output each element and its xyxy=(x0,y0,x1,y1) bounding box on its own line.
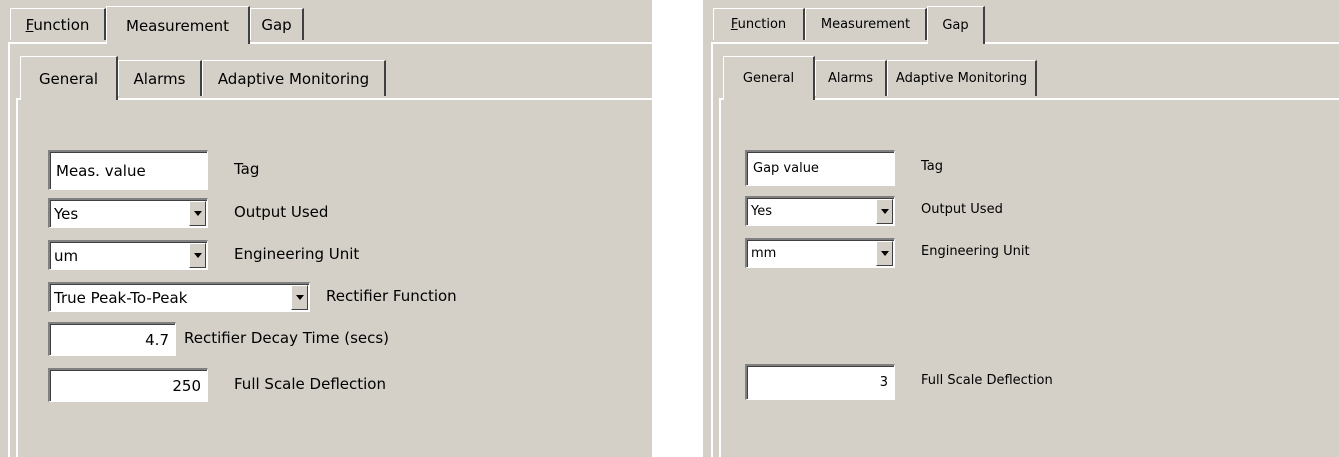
rectifier-function-select[interactable]: True Peak-To-Peak xyxy=(48,282,310,312)
tab-measurement-label: Measurement xyxy=(126,16,229,35)
full-scale-deflection-input[interactable]: 250 xyxy=(48,368,208,402)
engineering-unit-dropdown-button[interactable] xyxy=(876,241,893,266)
full-scale-deflection-input[interactable]: 3 xyxy=(745,364,895,400)
tab-gap[interactable]: Gap xyxy=(927,6,985,44)
full-scale-deflection-label: Full Scale Deflection xyxy=(921,373,1053,388)
subtab-adaptive-label: Adaptive Monitoring xyxy=(895,71,1028,86)
output-used-select[interactable]: Yes xyxy=(745,196,895,226)
subtab-adaptive-monitoring[interactable]: Adaptive Monitoring xyxy=(202,60,386,96)
general-page: Gap value Tag Yes Output Used mm Enginee… xyxy=(719,98,1339,457)
measurement-page: General Alarms Adaptive Monitoring Meas.… xyxy=(8,42,652,457)
tab-function-label: unction xyxy=(33,15,90,34)
rectifier-function-dropdown-button[interactable] xyxy=(291,285,308,310)
left-dialog-panel: Function Measurement Gap General Alarms … xyxy=(0,0,652,457)
tab-function-label: unction xyxy=(737,17,787,32)
chevron-down-icon xyxy=(880,251,889,256)
engineering-unit-select[interactable]: mm xyxy=(745,238,895,268)
right-dialog-panel: Function Measurement Gap General Alarms … xyxy=(703,0,1339,457)
chevron-down-icon xyxy=(193,253,202,258)
output-used-dropdown-button[interactable] xyxy=(876,199,893,224)
tab-measurement-label: Measurement xyxy=(820,17,911,32)
engineering-unit-value: mm xyxy=(751,246,777,261)
subtab-alarms[interactable]: Alarms xyxy=(815,60,887,96)
subtab-alarms-label: Alarms xyxy=(133,69,186,88)
tab-function[interactable]: Function xyxy=(713,8,805,40)
rectifier-function-label: Rectifier Function xyxy=(326,287,457,305)
tab-function-mnemonic: F xyxy=(730,17,738,32)
tag-input[interactable]: Meas. value xyxy=(48,150,208,190)
rectifier-decay-time-input[interactable]: 4.7 xyxy=(48,322,176,356)
tab-gap[interactable]: Gap xyxy=(250,8,304,40)
rectifier-function-value: True Peak-To-Peak xyxy=(54,288,188,307)
engineering-unit-label: Engineering Unit xyxy=(234,245,360,263)
tab-function[interactable]: Function xyxy=(10,8,106,40)
engineering-unit-label: Engineering Unit xyxy=(921,244,1030,259)
subtab-adaptive-monitoring[interactable]: Adaptive Monitoring xyxy=(887,60,1037,96)
tab-gap-label: Gap xyxy=(261,15,292,34)
tag-label: Tag xyxy=(234,160,260,178)
rectifier-decay-time-label: Rectifier Decay Time (secs) xyxy=(184,329,390,347)
output-used-select[interactable]: Yes xyxy=(48,198,208,228)
chevron-down-icon xyxy=(880,209,889,214)
subtab-adaptive-label: Adaptive Monitoring xyxy=(217,69,370,88)
subtab-general[interactable]: General xyxy=(20,56,118,100)
tag-input[interactable]: Gap value xyxy=(745,150,895,186)
general-page: Meas. value Tag Yes Output Used um Engin… xyxy=(16,98,652,457)
subtab-general-label: General xyxy=(742,71,795,86)
output-used-dropdown-button[interactable] xyxy=(189,201,206,226)
tab-measurement[interactable]: Measurement xyxy=(805,8,927,40)
tab-measurement[interactable]: Measurement xyxy=(106,6,250,44)
output-used-label: Output Used xyxy=(234,203,329,221)
output-used-label: Output Used xyxy=(921,202,1003,217)
subtab-general-label: General xyxy=(38,69,99,88)
rectifier-decay-time-value: 4.7 xyxy=(145,330,169,349)
full-scale-deflection-value: 250 xyxy=(172,376,201,395)
output-used-value: Yes xyxy=(751,204,772,219)
gap-page: General Alarms Adaptive Monitoring Gap v… xyxy=(711,42,1339,457)
subtab-alarms[interactable]: Alarms xyxy=(118,60,202,96)
engineering-unit-select[interactable]: um xyxy=(48,240,208,270)
chevron-down-icon xyxy=(295,295,304,300)
full-scale-deflection-value: 3 xyxy=(879,375,888,390)
output-used-value: Yes xyxy=(54,204,79,223)
full-scale-deflection-label: Full Scale Deflection xyxy=(234,375,386,393)
subtab-alarms-label: Alarms xyxy=(827,71,874,86)
engineering-unit-value: um xyxy=(54,246,79,265)
tab-gap-label: Gap xyxy=(942,18,969,33)
tag-label: Tag xyxy=(921,159,944,174)
tag-input-value: Meas. value xyxy=(56,161,146,180)
subtab-general[interactable]: General xyxy=(723,56,815,100)
tag-input-value: Gap value xyxy=(753,161,819,176)
chevron-down-icon xyxy=(193,211,202,216)
engineering-unit-dropdown-button[interactable] xyxy=(189,243,206,268)
